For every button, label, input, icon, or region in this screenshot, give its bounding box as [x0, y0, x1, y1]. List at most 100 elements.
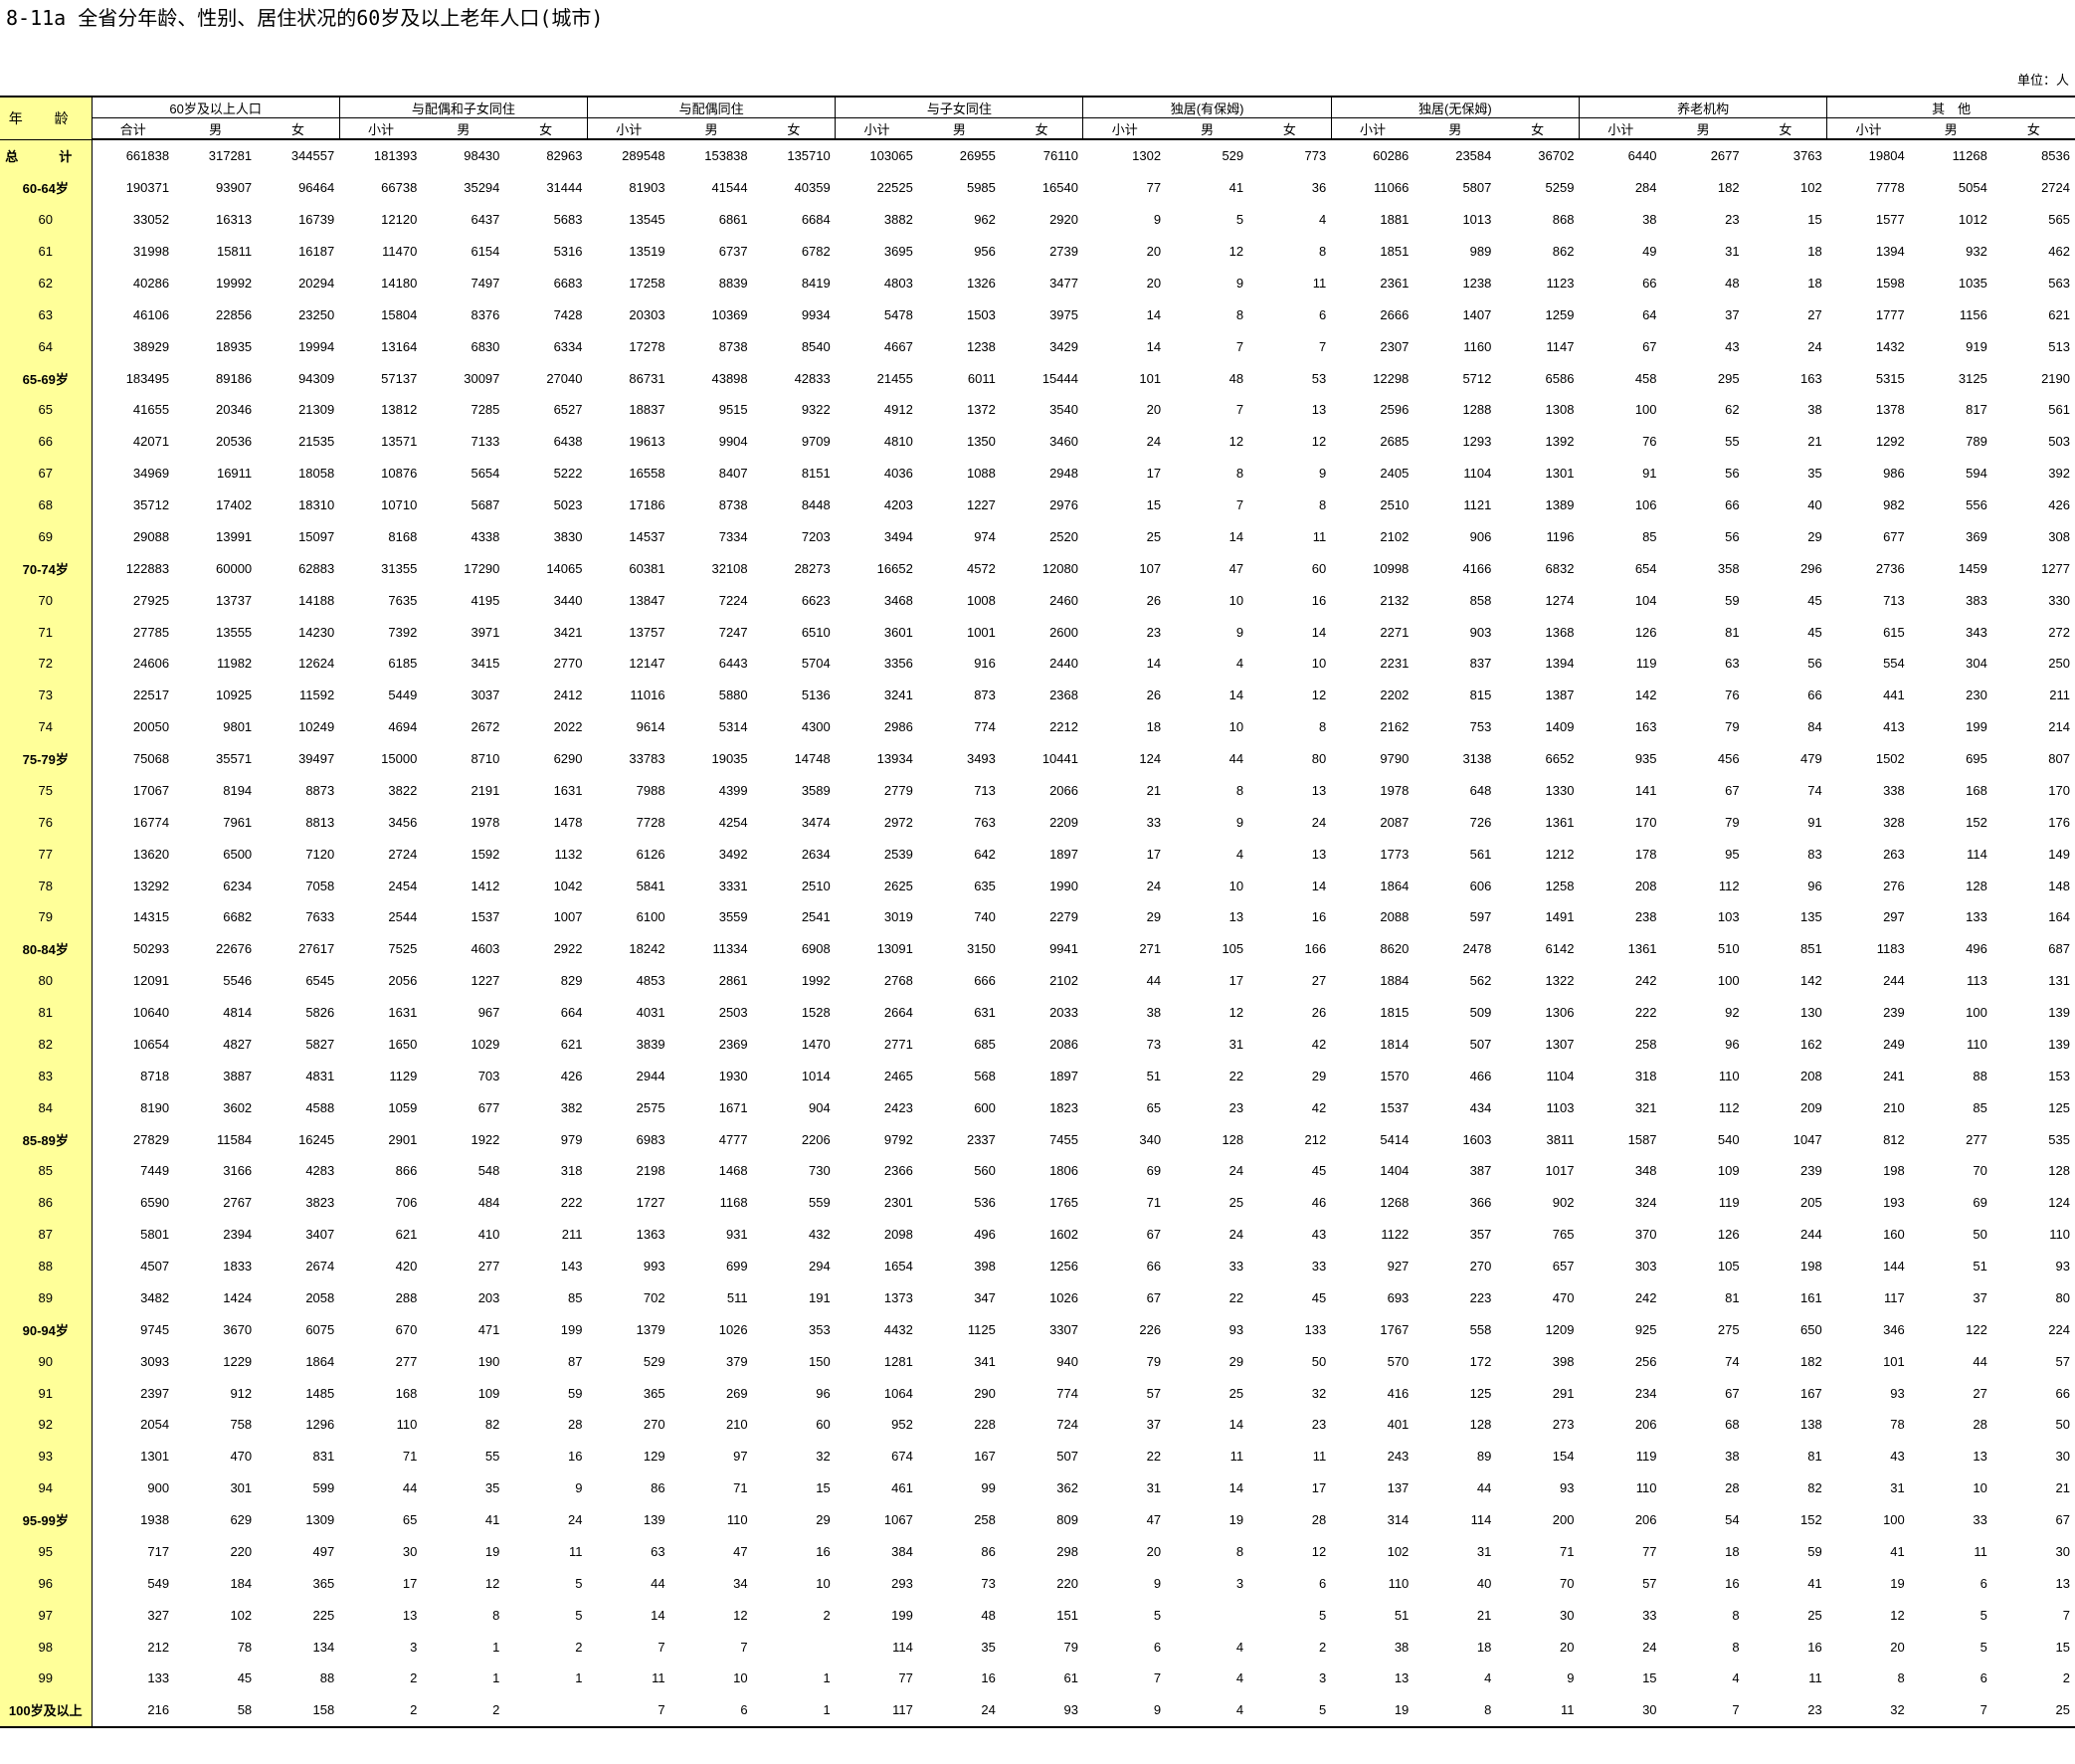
value-cell: 1478	[553, 814, 583, 830]
value-cell: 1322	[1545, 973, 1575, 989]
value-cell: 14	[1311, 624, 1327, 640]
value-cell: 2724	[388, 846, 418, 862]
value-cell: 93	[1559, 1480, 1575, 1496]
value-cell: 3415	[471, 656, 500, 672]
value-cell: 39497	[298, 751, 335, 767]
value-cell: 20294	[298, 275, 335, 291]
value-cell: 5687	[471, 497, 500, 513]
value-cell: 28	[1311, 1512, 1327, 1528]
value-cell: 900	[147, 1480, 170, 1496]
value-cell: 1104	[1546, 1068, 1575, 1083]
value-cell: 6334	[553, 338, 583, 354]
value-cell: 24	[1146, 434, 1162, 450]
value-cell: 13164	[381, 338, 418, 354]
table-row: 81 10640 4814 5826 1631 967 664 4031 2503 1528 266…	[0, 996, 2075, 1029]
value-cell: 92	[1725, 1005, 1740, 1021]
value-cell: 16187	[298, 244, 335, 260]
value-cell: 807	[2048, 751, 2070, 767]
value-cell: 1064	[883, 1385, 913, 1401]
value-cell: 17278	[629, 338, 665, 354]
value-cell: 3602	[223, 1099, 253, 1115]
value-cell: 106	[1634, 497, 1657, 513]
value-cell: 24606	[132, 656, 170, 672]
value-cell: 57	[2055, 1353, 2070, 1369]
value-cell: 479	[1799, 751, 1822, 767]
value-cell: 15811	[216, 244, 253, 260]
value-cell: 40	[1476, 1575, 1492, 1591]
value-cell: 29	[1807, 528, 1822, 544]
value-cell: 1103	[1546, 1099, 1575, 1115]
value-cell: 26	[1146, 687, 1162, 703]
value-cell: 191	[809, 1289, 831, 1305]
value-cell: 57	[1146, 1385, 1162, 1401]
value-cell: 7224	[718, 592, 748, 608]
value-cell: 271	[1139, 941, 1162, 957]
value-cell: 903	[1469, 624, 1492, 640]
value-cell: 556	[1966, 497, 1987, 513]
value-cell: 27040	[546, 370, 583, 386]
value-cell: 2625	[883, 878, 913, 893]
value-cell: 263	[1883, 846, 1905, 862]
value-cell: 7	[1661, 1693, 1745, 1728]
table-row: 95-99岁 1938 629 1309 65 41 24 139 110 29 1067 258 80…	[0, 1503, 2075, 1536]
table-row: 82 10654 4827 5827 1650 1029 621 3839 2369 1470 27…	[0, 1028, 2075, 1061]
value-cell: 36	[1311, 180, 1327, 196]
value-cell: 1301	[1545, 466, 1575, 482]
value-cell: 96	[1807, 878, 1822, 893]
age-cell: 67	[0, 457, 93, 490]
value-cell: 5801	[140, 1227, 170, 1243]
value-cell: 42	[1311, 1099, 1327, 1115]
value-cell: 170	[1634, 814, 1657, 830]
value-cell: 1468	[718, 1163, 748, 1179]
value-cell: 26	[1146, 592, 1162, 608]
value-cell: 1654	[883, 1259, 913, 1274]
value-cell: 7	[587, 1693, 670, 1728]
value-cell: 119	[1718, 1195, 1740, 1211]
value-cell: 17	[1311, 1480, 1327, 1496]
value-cell: 11	[1496, 1693, 1580, 1728]
value-cell: 6832	[1545, 560, 1575, 576]
value-cell: 13	[2055, 1575, 2070, 1591]
value-cell: 125	[2048, 1099, 2070, 1115]
value-cell: 21	[2055, 1480, 2070, 1496]
value-cell: 119	[1635, 1449, 1657, 1465]
value-cell: 666	[974, 973, 996, 989]
value-cell: 41	[1890, 1543, 1905, 1559]
value-cell: 1727	[636, 1195, 665, 1211]
value-cell: 5259	[1545, 180, 1575, 196]
value-cell: 70	[1973, 1163, 1987, 1179]
value-cell: 2271	[1380, 624, 1410, 640]
value-cell: 139	[2048, 1005, 2070, 1021]
value-cell: 24	[1228, 1163, 1244, 1179]
sub-header: 女	[257, 117, 340, 140]
value-cell: 65	[1146, 1099, 1162, 1115]
value-cell: 20	[1559, 1639, 1575, 1655]
value-cell: 110	[1967, 1036, 1987, 1052]
value-cell: 1833	[223, 1259, 253, 1274]
value-cell: 9	[1082, 1693, 1167, 1728]
value-cell: 1650	[388, 1036, 418, 1052]
value-cell: 1363	[636, 1227, 665, 1243]
value-cell: 8407	[718, 466, 748, 482]
value-cell: 1121	[1463, 497, 1492, 513]
value-cell: 606	[1469, 878, 1492, 893]
value-cell: 184	[230, 1575, 253, 1591]
value-cell: 30	[1559, 1607, 1575, 1623]
value-cell: 2054	[140, 1417, 170, 1433]
value-cell: 21535	[298, 434, 335, 450]
value-cell: 10369	[711, 306, 748, 322]
value-cell: 1631	[388, 1005, 418, 1021]
value-cell: 661838	[125, 148, 170, 164]
value-cell: 277	[1966, 1131, 1987, 1147]
value-cell: 2544	[388, 909, 418, 925]
value-cell: 7	[1909, 1693, 1992, 1728]
value-cell: 912	[230, 1385, 253, 1401]
table-row: 89 3482 1424 2058 288 203 85 702 511 191 1373 347 10…	[0, 1281, 2075, 1314]
value-cell: 6652	[1545, 751, 1575, 767]
table-row: 70-74岁 122883 60000 62883 31355 17290 14065 603…	[0, 552, 2075, 585]
value-cell: 190	[477, 1353, 500, 1369]
value-cell: 33	[1228, 1259, 1244, 1274]
value-cell: 206	[1634, 1512, 1657, 1528]
value-cell: 2198	[636, 1163, 665, 1179]
value-cell: 6500	[223, 846, 253, 862]
